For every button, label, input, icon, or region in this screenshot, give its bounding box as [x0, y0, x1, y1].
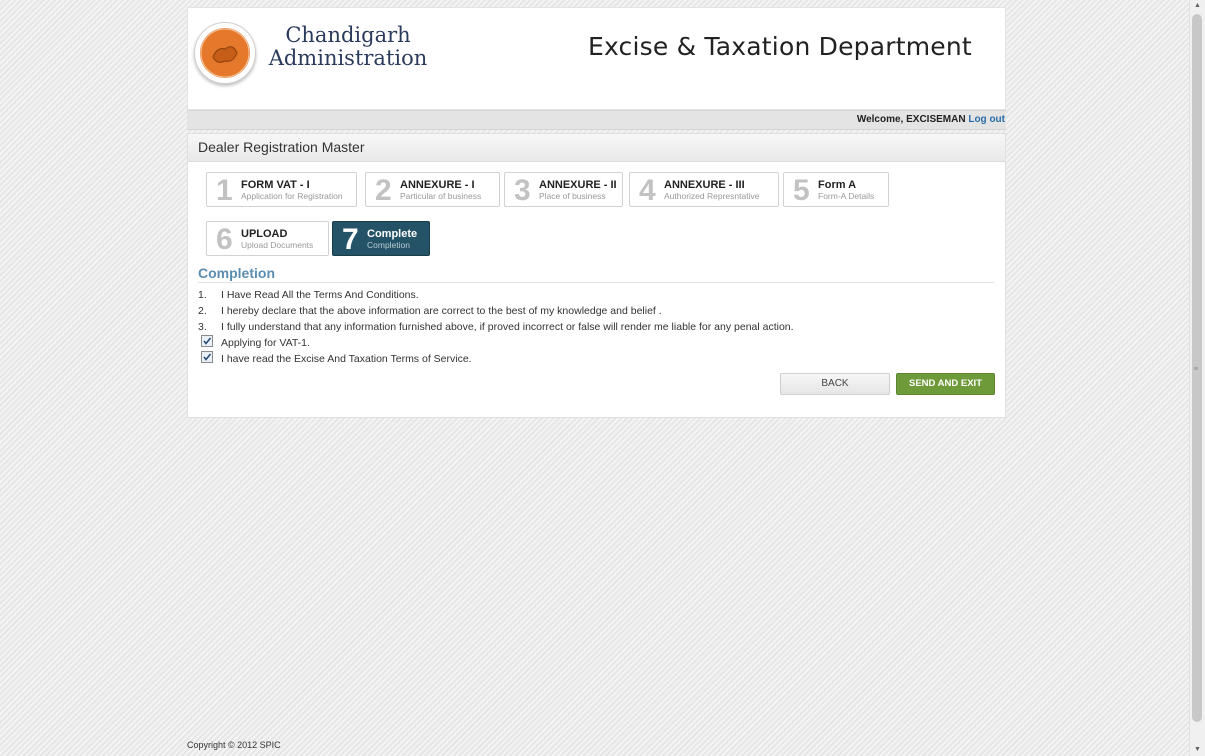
completion-section: Completion 1. I Have Read All the Terms A… [187, 0, 1006, 420]
vat1-checkbox[interactable] [201, 335, 213, 347]
term-item: 1. I Have Read All the Terms And Conditio… [198, 287, 794, 303]
term-number: 1. [198, 289, 207, 301]
footer-copyright: Copyright © 2012 SPIC [187, 740, 281, 750]
scrollbar-grip-icon: ≡ [1194, 366, 1199, 373]
scroll-up-arrow-icon[interactable]: ▲ [1190, 0, 1205, 12]
term-item: 2. I hereby declare that the above inform… [198, 303, 794, 319]
terms-of-service-label: I have read the Excise And Taxation Term… [221, 353, 472, 365]
send-and-exit-button[interactable]: SEND AND EXIT [896, 373, 995, 395]
vertical-scrollbar[interactable]: ▲ ≡ ▼ [1189, 0, 1205, 756]
terms-of-service-checkbox[interactable] [201, 351, 213, 363]
term-number: 3. [198, 321, 207, 333]
scroll-down-arrow-icon[interactable]: ▼ [1190, 744, 1205, 756]
checkbox-row-terms: I have read the Excise And Taxation Term… [198, 351, 794, 367]
term-item: 3. I fully understand that any informatio… [198, 319, 794, 335]
completion-heading: Completion [198, 265, 994, 283]
vat1-checkbox-label: Applying for VAT-1. [221, 337, 310, 349]
checkbox-row-vat1: Applying for VAT-1. [198, 335, 794, 351]
term-text: I Have Read All the Terms And Conditions… [221, 289, 419, 301]
term-text: I fully understand that any information … [221, 321, 794, 333]
check-icon [203, 353, 212, 361]
term-number: 2. [198, 305, 207, 317]
check-icon [203, 337, 212, 345]
back-button[interactable]: BACK [780, 373, 890, 395]
term-text: I hereby declare that the above informat… [221, 305, 662, 317]
terms-list: 1. I Have Read All the Terms And Conditio… [198, 287, 794, 367]
